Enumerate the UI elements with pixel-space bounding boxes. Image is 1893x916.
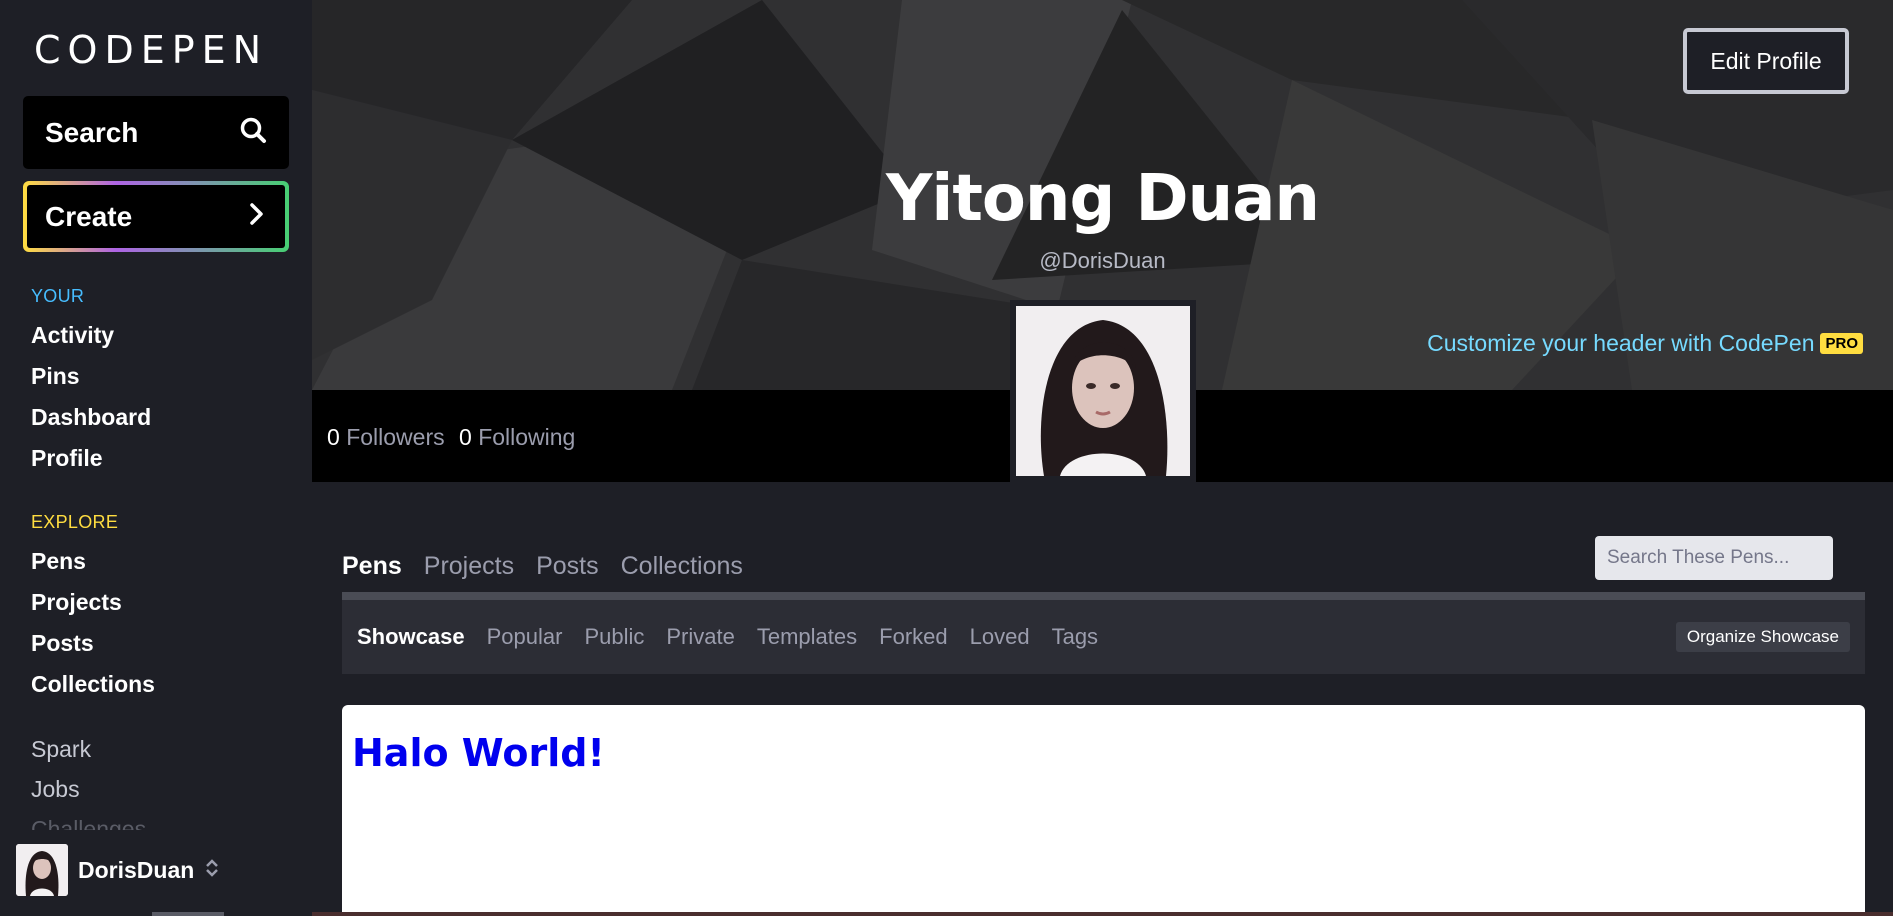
sidebar-item-challenges[interactable]: Challenges xyxy=(31,816,146,830)
create-button-inner: Create xyxy=(27,185,285,248)
sidebar-item-pins[interactable]: Pins xyxy=(31,363,80,390)
following-count: 0 xyxy=(459,424,472,450)
search-button-label: Search xyxy=(45,116,139,148)
profile-photo xyxy=(1016,306,1190,476)
your-section-label: YOUR xyxy=(31,286,85,306)
followers-stat[interactable]: 0 Followers xyxy=(327,424,445,451)
sidebar-item-dashboard[interactable]: Dashboard xyxy=(31,404,151,431)
pen-preview-card[interactable]: Halo World! xyxy=(342,705,1865,916)
customize-header-link[interactable]: Customize your header with CodePen PRO xyxy=(1427,330,1863,357)
subtab-tags[interactable]: Tags xyxy=(1052,624,1098,650)
create-button-label: Create xyxy=(45,200,133,232)
search-button[interactable]: Search xyxy=(23,96,289,169)
subtab-forked[interactable]: Forked xyxy=(879,624,947,650)
pro-badge: PRO xyxy=(1820,333,1863,354)
chevron-right-icon xyxy=(247,202,265,231)
sidebar-item-activity[interactable]: Activity xyxy=(31,322,114,349)
sidebar-item-collections[interactable]: Collections xyxy=(31,671,155,698)
tab-pens[interactable]: Pens xyxy=(342,552,402,581)
followers-label: Followers xyxy=(346,424,445,450)
bottom-edge xyxy=(312,912,1893,916)
sidebar-item-profile[interactable]: Profile xyxy=(31,445,103,472)
subtab-showcase[interactable]: Showcase xyxy=(357,624,465,650)
sidebar: CODEPEN Search Create YOUR Activity Pins… xyxy=(0,0,312,916)
search-icon xyxy=(239,116,267,149)
user-name: DorisDuan xyxy=(78,856,195,883)
sidebar-item-pens[interactable]: Pens xyxy=(31,548,86,575)
tab-collections[interactable]: Collections xyxy=(621,552,743,581)
avatar xyxy=(16,844,68,896)
edit-profile-button[interactable]: Edit Profile xyxy=(1683,28,1849,94)
subtab-popular[interactable]: Popular xyxy=(487,624,563,650)
create-button[interactable]: Create xyxy=(23,181,289,252)
user-menu[interactable]: DorisDuan xyxy=(16,844,220,896)
subtab-loved[interactable]: Loved xyxy=(970,624,1030,650)
chevron-updown-icon xyxy=(204,856,220,885)
profile-name: Yitong Duan xyxy=(886,162,1320,236)
codepen-logo[interactable]: CODEPEN xyxy=(34,28,268,72)
customize-header-text: Customize your header with CodePen xyxy=(1427,330,1815,356)
tabs-divider xyxy=(342,592,1865,600)
sidebar-scrollbar[interactable] xyxy=(152,912,224,916)
tab-posts[interactable]: Posts xyxy=(536,552,599,581)
app-root: CODEPEN Search Create YOUR Activity Pins… xyxy=(0,0,1893,916)
subtab-templates[interactable]: Templates xyxy=(757,624,857,650)
organize-showcase-button[interactable]: Organize Showcase xyxy=(1675,622,1850,652)
tab-projects[interactable]: Projects xyxy=(424,552,514,581)
subtab-public[interactable]: Public xyxy=(584,624,644,650)
profile-handle: @DorisDuan xyxy=(1039,248,1166,273)
content-tabs: Pens Projects Posts Collections xyxy=(342,552,743,581)
following-label: Following xyxy=(478,424,576,450)
sidebar-item-posts[interactable]: Posts xyxy=(31,630,94,657)
pens-subnav: Showcase Popular Public Private Template… xyxy=(342,600,1865,674)
subtab-private[interactable]: Private xyxy=(666,624,734,650)
profile-avatar xyxy=(1010,300,1196,482)
pens-subtabs: Showcase Popular Public Private Template… xyxy=(357,624,1098,650)
sidebar-item-projects[interactable]: Projects xyxy=(31,589,122,616)
sidebar-item-jobs[interactable]: Jobs xyxy=(31,776,80,803)
followers-count: 0 xyxy=(327,424,340,450)
sidebar-item-spark[interactable]: Spark xyxy=(31,736,91,763)
pen-preview-text: Halo World! xyxy=(352,731,605,775)
search-pens-input[interactable] xyxy=(1595,536,1833,580)
following-stat[interactable]: 0 Following xyxy=(459,424,575,451)
explore-section-label: EXPLORE xyxy=(31,512,119,532)
